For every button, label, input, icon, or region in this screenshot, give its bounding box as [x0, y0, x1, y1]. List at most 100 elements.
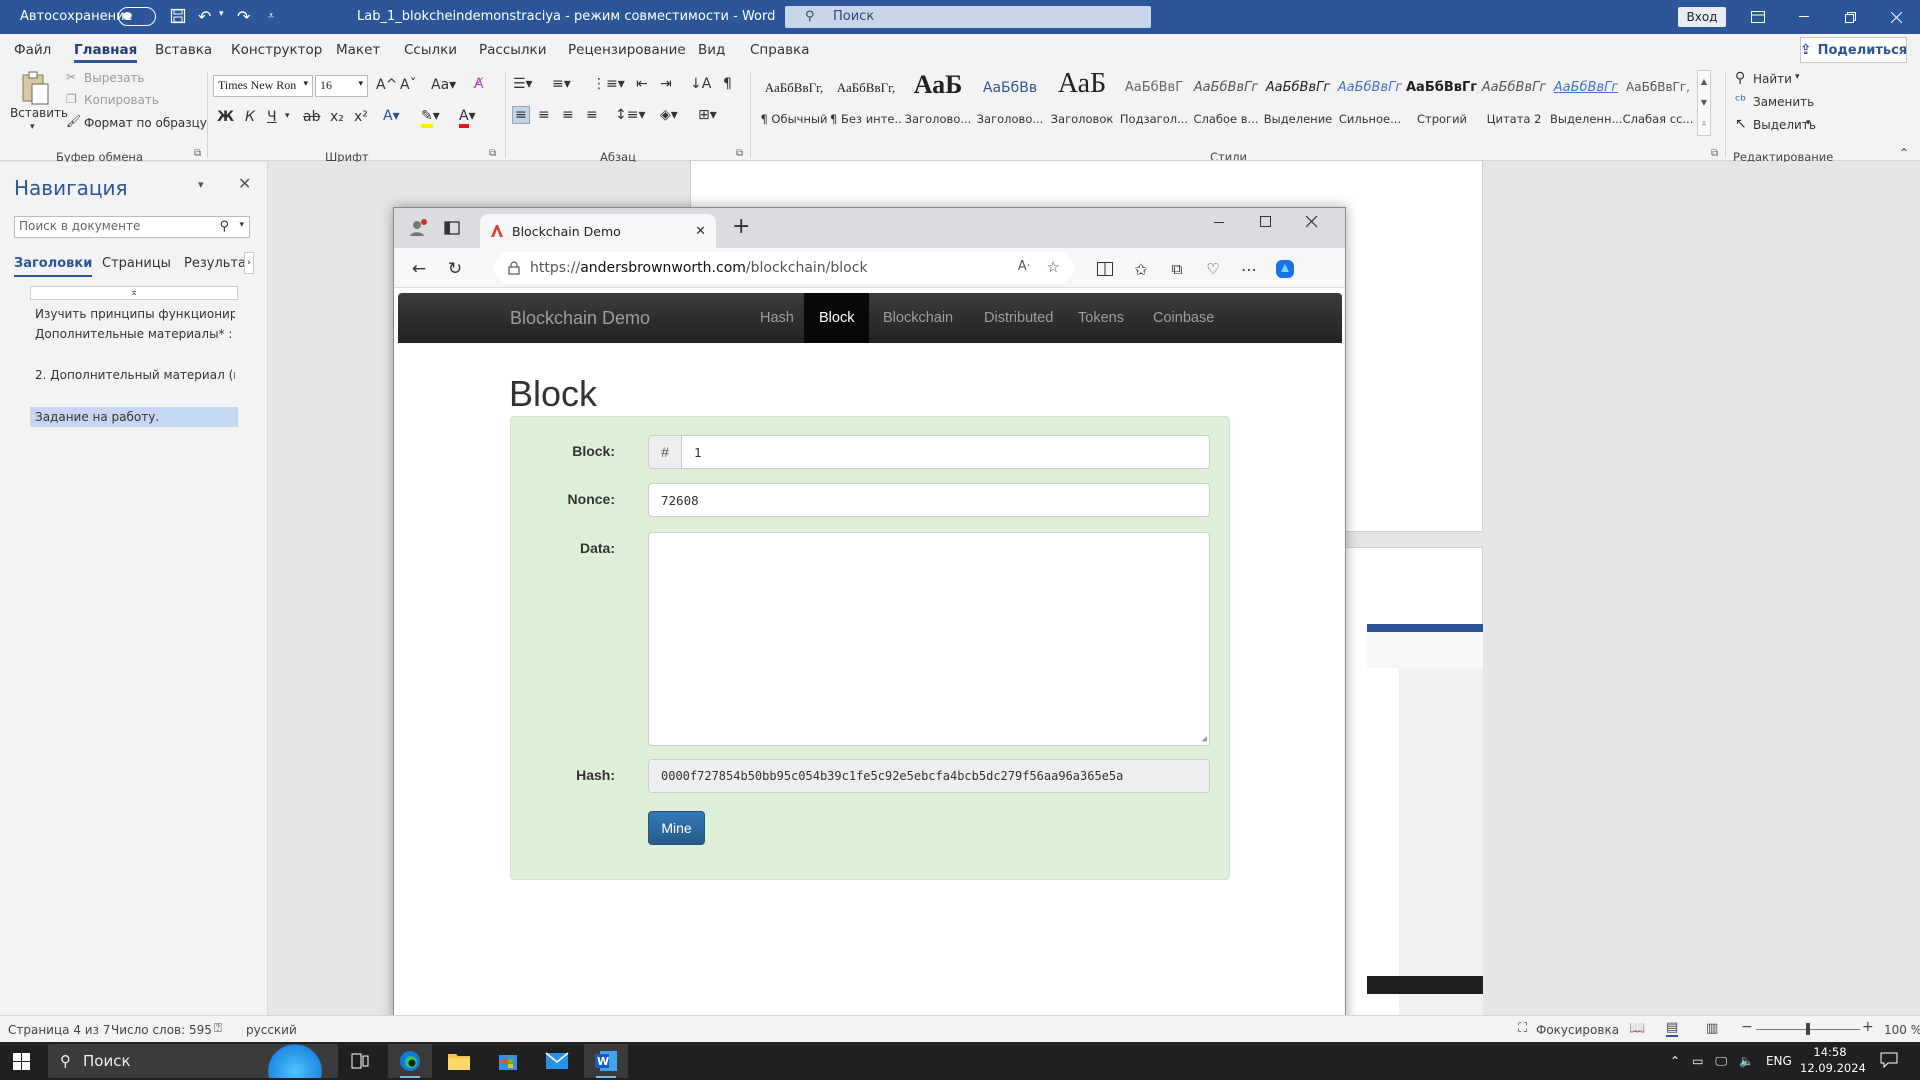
chevron-up-icon[interactable]: ⌃ — [1670, 1054, 1680, 1068]
more-styles-icon[interactable]: ⩡ — [1698, 113, 1710, 134]
store-icon[interactable] — [486, 1044, 530, 1078]
print-layout-icon[interactable]: ▤ — [1666, 1020, 1679, 1037]
tab-view[interactable]: Вид — [698, 42, 725, 58]
zoom-level[interactable]: 100 % — [1884, 1023, 1920, 1037]
page-count[interactable]: Страница 4 из 7 — [8, 1023, 110, 1037]
refresh-icon[interactable]: ↻ — [444, 258, 466, 280]
borders-icon[interactable]: ⊞▾ — [698, 107, 717, 123]
browser-maximize-icon[interactable] — [1260, 216, 1272, 228]
profile-icon[interactable] — [408, 218, 428, 238]
zoom-slider-thumb[interactable] — [1806, 1023, 1810, 1035]
find-label[interactable]: Найти — [1753, 72, 1792, 86]
style-subtle-reference[interactable]: АаБбВвГг, Слабая сс... — [1622, 70, 1694, 142]
font-size-select[interactable]: 16 ▾ — [315, 75, 368, 97]
superscript-icon[interactable]: x² — [354, 109, 368, 125]
block-number-input[interactable]: 1 — [681, 435, 1210, 469]
tab-mailings[interactable]: Рассылки — [479, 42, 546, 58]
underline-icon[interactable]: Ч — [267, 109, 277, 125]
clipboard-launcher-icon[interactable]: ⧉ — [194, 148, 201, 159]
paragraph-launcher-icon[interactable]: ⧉ — [736, 148, 743, 159]
resize-handle-icon[interactable]: ◢ — [1202, 734, 1207, 744]
nav-tab-results[interactable]: Результать — [184, 256, 248, 271]
paste-label[interactable]: Вставить — [10, 106, 68, 120]
line-spacing-icon[interactable]: ↕≡▾ — [615, 107, 646, 123]
tab-layout[interactable]: Макет — [336, 42, 380, 58]
styles-launcher-icon[interactable]: ⧉ — [1711, 148, 1718, 159]
styles-scroll[interactable]: ▲ ▼ ⩡ — [1697, 70, 1711, 136]
style-intense-emphasis[interactable]: АаБбВвГг Сильное... — [1334, 70, 1406, 142]
select-dropdown-icon[interactable]: ▾ — [1806, 118, 1811, 128]
nav-link-coinbase[interactable]: Coinbase — [1138, 293, 1229, 343]
nav-tab-headings[interactable]: Заголовки — [14, 256, 93, 277]
search-icon[interactable]: ⚲ — [219, 219, 229, 234]
tab-references[interactable]: Ссылки — [404, 42, 457, 58]
read-aloud-icon[interactable]: Aᐧ — [1018, 259, 1030, 274]
grow-font-icon[interactable]: A^ — [376, 77, 397, 93]
font-color-icon[interactable]: A▾ — [459, 108, 476, 128]
nav-item[interactable]: Изучить принципы функционирования блокче… — [35, 307, 235, 321]
mine-button[interactable]: Mine — [648, 811, 705, 845]
style-subtitle[interactable]: АаБбВвГ Подзагол... — [1118, 70, 1190, 142]
favorite-star-icon[interactable]: ☆ — [1047, 258, 1060, 276]
volume-icon[interactable]: 🔈 — [1739, 1054, 1754, 1068]
nav-close-icon[interactable]: ✕ — [238, 174, 251, 193]
chevron-down-icon[interactable]: ▼ — [1698, 92, 1710, 113]
word-search-box[interactable]: ⚲ Поиск — [785, 6, 1151, 28]
bullets-icon[interactable]: ☰▾ — [513, 76, 533, 92]
style-emphasis[interactable]: АаБбВвГг Выделение — [1262, 70, 1334, 142]
style-heading-2[interactable]: АаБбВв Заголово... — [974, 70, 1046, 142]
style-no-spacing[interactable]: АаБбВвГг, ¶ Без инте... — [830, 70, 902, 142]
tab-design[interactable]: Конструктор — [231, 42, 322, 58]
nav-search-input[interactable]: Поиск в документе ⚲ ▾ — [14, 216, 250, 238]
nonce-input[interactable]: 72608 — [648, 483, 1210, 517]
tab-home[interactable]: Главная — [74, 42, 138, 63]
style-subtle-emphasis[interactable]: АаБбВвГг Слабое в... — [1190, 70, 1262, 142]
change-case-icon[interactable]: Aa▾ — [431, 77, 456, 93]
favorites-icon[interactable]: ✩ — [1130, 258, 1152, 280]
close-icon[interactable] — [1873, 0, 1919, 34]
tab-help[interactable]: Справка — [750, 42, 809, 58]
share-button[interactable]: ⇪ Поделиться — [1800, 37, 1907, 63]
nav-link-block[interactable]: Block — [804, 293, 870, 343]
proofing-icon[interactable]: ⍰ — [214, 1021, 222, 1036]
customize-qat-icon[interactable]: ⩡ — [268, 9, 274, 23]
collapse-ribbon-icon[interactable]: ⌃ — [1899, 146, 1909, 160]
more-options-icon[interactable]: ⋯ — [1238, 258, 1260, 280]
nav-link-hash[interactable]: Hash — [745, 293, 809, 343]
nav-item[interactable]: 2. Дополнительный материал (на английско… — [35, 368, 235, 382]
ribbon-display-icon[interactable] — [1735, 0, 1781, 34]
task-view-icon[interactable] — [338, 1044, 382, 1078]
nav-link-tokens[interactable]: Tokens — [1063, 293, 1139, 343]
zoom-in-icon[interactable]: + — [1862, 1019, 1874, 1035]
nav-link-blockchain[interactable]: Blockchain — [868, 293, 968, 343]
sort-icon[interactable]: ↓A — [690, 76, 711, 92]
nav-item[interactable]: Дополнительные материалы* : 1. Блокчейн — [35, 327, 235, 341]
align-center-icon[interactable]: ≡ — [538, 107, 550, 123]
chevron-right-icon[interactable]: › — [244, 252, 254, 274]
new-tab-icon[interactable]: + — [732, 214, 750, 239]
tab-review[interactable]: Рецензирование — [568, 42, 686, 58]
autosave-toggle[interactable] — [118, 7, 156, 26]
nav-item-selected[interactable]: Задание на работу. — [30, 407, 238, 427]
cut-label[interactable]: Вырезать — [84, 71, 145, 85]
chevron-up-icon[interactable]: ▲ — [1698, 71, 1710, 92]
save-icon[interactable] — [170, 8, 186, 24]
find-dropdown-icon[interactable]: ▾ — [1795, 72, 1800, 82]
tab-actions-icon[interactable] — [444, 220, 460, 236]
strikethrough-icon[interactable]: ab — [303, 109, 320, 125]
decrease-indent-icon[interactable]: ⇤ — [636, 76, 648, 92]
back-icon[interactable]: ← — [408, 258, 430, 280]
increase-indent-icon[interactable]: ⇥ — [660, 76, 672, 92]
collapse-all-icon[interactable]: ⌅ — [30, 286, 238, 300]
style-quote-2[interactable]: АаБбВвГг Цитата 2 — [1478, 70, 1550, 142]
windows-start-icon[interactable] — [13, 1053, 30, 1070]
show-marks-icon[interactable]: ¶ — [723, 76, 732, 92]
undo-icon[interactable]: ↶ — [198, 7, 211, 26]
taskbar-search[interactable]: ⚲ Поиск — [48, 1044, 338, 1078]
paste-dropdown-icon[interactable]: ▾ — [30, 122, 35, 132]
minimize-icon[interactable] — [1781, 0, 1827, 34]
justify-icon[interactable]: ≡ — [586, 107, 598, 123]
browser-minimize-icon[interactable] — [1214, 216, 1226, 228]
align-left-icon[interactable]: ≡ — [512, 106, 530, 124]
edge-taskbar-icon[interactable] — [388, 1044, 432, 1078]
